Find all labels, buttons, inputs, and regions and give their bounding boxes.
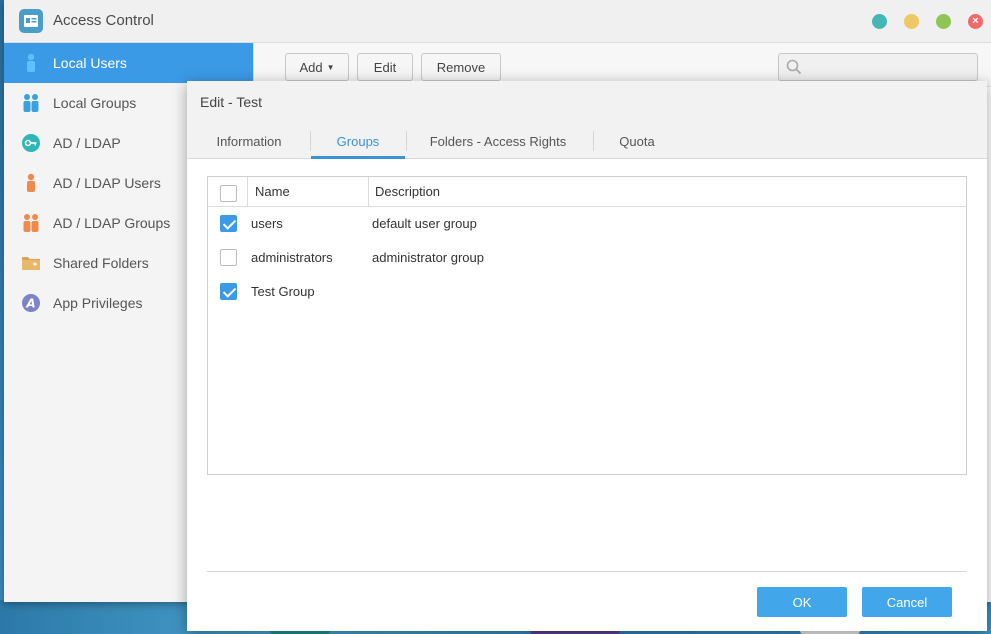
table-row[interactable]: Test Group (208, 275, 966, 309)
group-description: default user group (372, 216, 477, 231)
group-icon (21, 93, 41, 113)
column-divider (247, 177, 248, 206)
cancel-button[interactable]: Cancel (862, 587, 952, 617)
tab-folders-access-rights[interactable]: Folders - Access Rights (427, 131, 569, 159)
key-icon (21, 133, 41, 153)
tab-label: Quota (619, 134, 655, 149)
remove-button-label: Remove (436, 59, 486, 75)
column-divider (368, 177, 369, 206)
search-input[interactable] (778, 53, 978, 81)
row-checkbox[interactable] (220, 215, 237, 232)
tab-label: Groups (336, 134, 380, 149)
groups-table: Name Description users default user grou… (207, 176, 967, 475)
sidebar-item-label: AD / LDAP Users (53, 175, 161, 191)
search-icon (786, 59, 802, 78)
minimize-button[interactable] (904, 14, 919, 29)
tab-groups[interactable]: Groups (311, 131, 405, 159)
edit-button[interactable]: Edit (357, 53, 413, 81)
app-privileges-icon: A (21, 293, 41, 313)
edit-user-dialog: Edit - Test Information Groups Folders -… (187, 81, 987, 631)
group-description: administrator group (372, 250, 484, 265)
sidebar-item-local-users[interactable]: Local Users (4, 43, 253, 83)
column-header-name[interactable]: Name (255, 177, 290, 206)
row-checkbox[interactable] (220, 283, 237, 300)
dialog-title: Edit - Test (200, 94, 262, 110)
table-row[interactable]: users default user group (208, 207, 966, 241)
user-icon (21, 173, 41, 193)
sidebar-item-label: AD / LDAP (53, 135, 121, 151)
row-checkbox[interactable] (220, 249, 237, 266)
svg-text:A: A (25, 297, 35, 311)
table-row[interactable]: administrators administrator group (208, 241, 966, 275)
sidebar-item-label: AD / LDAP Groups (53, 215, 171, 231)
tab-label: Folders - Access Rights (429, 134, 567, 149)
window-title: Access Control (53, 12, 154, 29)
edit-button-label: Edit (373, 59, 397, 75)
user-icon (21, 53, 41, 73)
tab-quota[interactable]: Quota (613, 131, 661, 159)
ok-button[interactable]: OK (757, 587, 847, 617)
remove-button[interactable]: Remove (421, 53, 501, 81)
footer-divider (207, 571, 967, 572)
sidebar-item-label: App Privileges (53, 295, 143, 311)
tab-information[interactable]: Information (211, 131, 287, 159)
group-name: administrators (251, 250, 333, 265)
access-control-app-icon (19, 9, 43, 33)
group-name: users (251, 216, 283, 231)
select-all-checkbox[interactable] (220, 185, 237, 202)
title-bar: Access Control × (4, 0, 991, 43)
caret-down-icon: ▼ (326, 62, 335, 72)
close-button[interactable]: × (968, 14, 983, 29)
sidebar-item-label: Local Groups (53, 95, 137, 111)
add-button[interactable]: Add ▼ (285, 53, 349, 81)
add-button-label: Add (299, 59, 323, 75)
group-name: Test Group (251, 284, 315, 299)
sidebar-item-label: Shared Folders (53, 255, 149, 271)
maximize-button[interactable] (936, 14, 951, 29)
close-icon: × (972, 15, 979, 27)
restore-button[interactable] (872, 14, 887, 29)
tab-label: Information (216, 134, 282, 149)
sidebar-item-label: Local Users (53, 55, 127, 71)
tab-divider (406, 131, 407, 151)
group-icon (21, 213, 41, 233)
dialog-header: Edit - Test Information Groups Folders -… (187, 81, 987, 159)
table-header: Name Description (208, 177, 966, 207)
tab-divider (593, 131, 594, 151)
column-header-description[interactable]: Description (375, 177, 440, 206)
folder-icon (21, 253, 41, 273)
